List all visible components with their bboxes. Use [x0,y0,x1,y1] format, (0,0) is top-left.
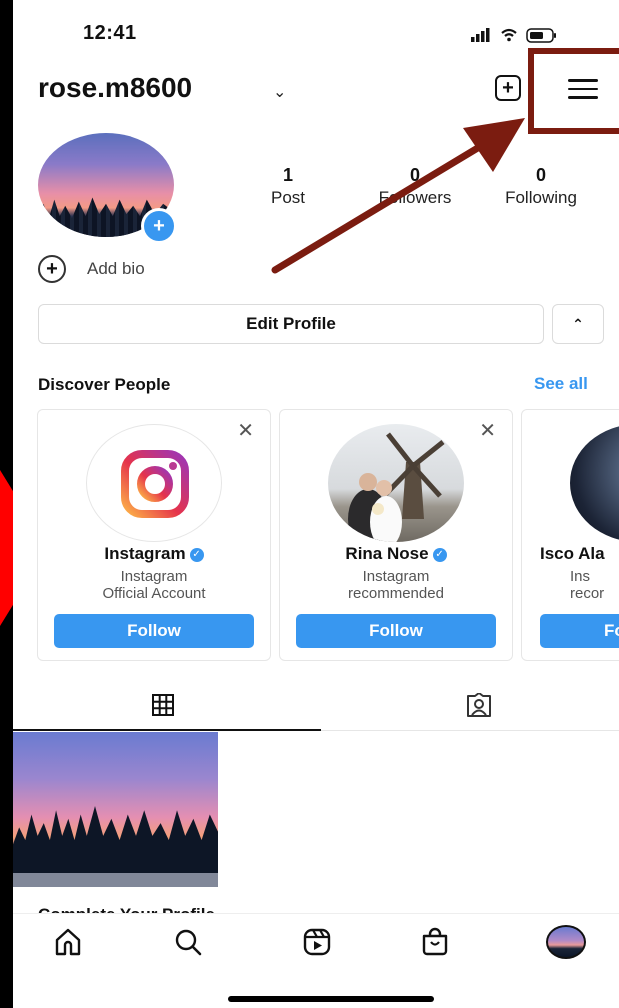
follow-button[interactable]: Follow [296,614,496,648]
add-bio-link[interactable]: Add bio [87,259,145,279]
isco-avatar[interactable] [570,424,619,542]
wifi-icon [501,28,517,34]
new-post-icon[interactable]: + [495,75,521,101]
follow-button[interactable]: Follow [54,614,254,648]
discover-people-title: Discover People [38,375,171,394]
follow-button[interactable]: Fo [540,614,619,648]
see-all-link[interactable]: See all [534,374,588,394]
tagged-icon[interactable] [465,693,493,719]
grid-icon[interactable] [152,694,174,716]
signal-icon [471,37,475,42]
shop-icon[interactable] [420,927,450,957]
chevron-up-icon: ⌃ [572,315,584,332]
discover-toggle-button[interactable]: ⌃ [552,304,604,344]
discover-card: ✕ Instagram✓ Instagram Official Account [37,409,271,661]
search-icon[interactable] [173,927,203,957]
verified-badge-icon: ✓ [432,547,447,562]
post-thumbnail[interactable] [13,732,218,887]
status-time: 12:41 [83,22,137,44]
discover-card: ✕ Rina Nose ✓ Instagram recommended Follo… [279,409,513,661]
instagram-logo-icon [121,450,189,518]
wedding-photo [348,432,445,542]
card-subtitle: Instagram recommended [348,568,444,602]
add-bio-plus-icon[interactable]: + [38,255,66,283]
card-name[interactable]: Instagram ✓ [38,544,270,564]
close-icon[interactable]: ✕ [237,418,254,443]
add-story-plus-icon[interactable]: + [141,208,177,244]
edit-profile-button[interactable]: Edit Profile [38,304,544,344]
tab-active-indicator [13,729,321,731]
instagram-logo-avatar[interactable] [86,424,222,542]
status-icons [471,28,556,43]
home-indicator [228,996,434,1002]
card-name[interactable]: Isco Ala [540,544,619,564]
card-subtitle: Ins recor [570,568,605,602]
rina-nose-avatar[interactable] [328,424,464,542]
close-icon[interactable]: ✕ [479,418,496,443]
chevron-down-icon[interactable]: ⌄ [273,82,286,102]
profile-avatar-icon[interactable] [546,925,586,959]
verified-badge-icon: ✓ [189,547,204,562]
profile-username[interactable]: rose.m8600 [38,72,192,104]
card-name[interactable]: Rina Nose ✓ [280,544,512,564]
annotation-arrow [271,118,525,274]
reels-icon[interactable] [302,927,332,957]
discover-card: Isco Ala Ins recor Fo [521,409,619,661]
home-icon[interactable] [53,927,83,957]
phone-screen: 12:41 rose.m8600 ⌄ + + 1 Post 0 Follower… [13,0,619,1008]
card-subtitle: Instagram Official Account [102,568,206,602]
